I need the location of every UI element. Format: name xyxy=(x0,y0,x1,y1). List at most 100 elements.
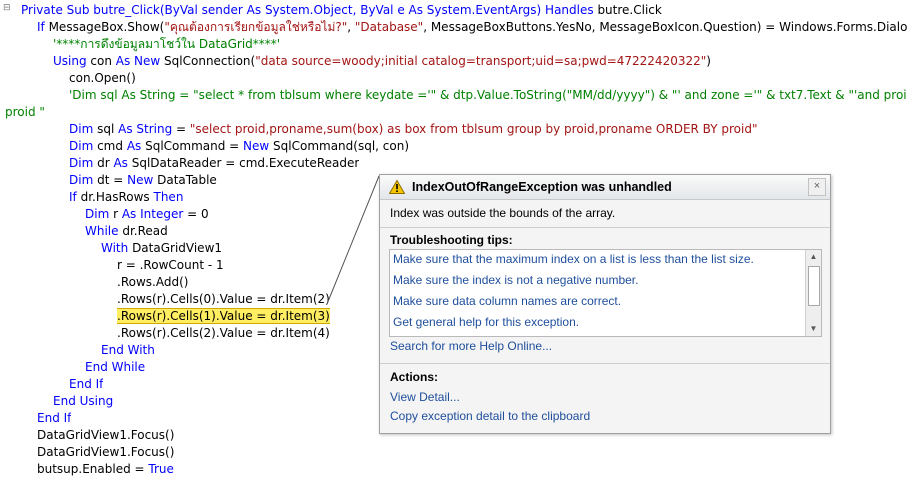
view-detail-link[interactable]: View Detail... xyxy=(390,389,460,406)
code-line[interactable]: .Rows(r).Cells(0).Value = dr.Item(2) xyxy=(117,291,330,308)
code-token: r xyxy=(109,207,122,221)
code-token: As Integer xyxy=(121,207,184,221)
code-token: Handles xyxy=(545,3,594,17)
code-line[interactable]: Dim dr As SqlDataReader = cmd.ExecuteRea… xyxy=(69,155,359,172)
exception-assistant-dialog: IndexOutOfRangeException was unhandled ×… xyxy=(379,174,831,434)
tip-link[interactable]: Get general help for this exception. xyxy=(393,314,579,331)
code-token: If xyxy=(69,190,77,204)
highlighted-error-statement: .Rows(r).Cells(1).Value = dr.Item(3) xyxy=(117,308,330,324)
exception-header: IndexOutOfRangeException was unhandled × xyxy=(380,175,830,200)
code-line[interactable]: '****การดึงข้อมูลมาโชว์ใน DataGrid****' xyxy=(53,36,280,53)
code-token: Dim xyxy=(69,156,94,170)
divider xyxy=(380,363,830,364)
troubleshooting-heading: Troubleshooting tips: xyxy=(390,233,513,247)
code-token: dr xyxy=(93,156,114,170)
code-token: dt = xyxy=(93,173,128,187)
code-token: With xyxy=(101,241,129,255)
exception-message: Index was outside the bounds of the arra… xyxy=(390,206,616,220)
code-line[interactable]: DataGridView1.Focus() xyxy=(37,427,174,444)
code-line[interactable]: With DataGridView1 xyxy=(101,240,222,257)
code-token: .Rows(r).Cells(2).Value = dr.Item(4) xyxy=(117,326,330,340)
code-line[interactable]: End While xyxy=(85,359,145,376)
code-line[interactable]: Private Sub butre_Click(ByVal sender As … xyxy=(21,2,662,19)
divider xyxy=(380,227,830,228)
code-token: Private Sub butre_Click(ByVal sender As … xyxy=(21,3,546,17)
code-token: con xyxy=(86,54,116,68)
code-token: Dim xyxy=(69,139,94,153)
code-token: DataGridView1.Focus() xyxy=(37,428,175,442)
code-token: Dim xyxy=(69,173,94,187)
code-token: 'Dim sql As String = "select * from tbls… xyxy=(69,88,907,102)
code-token: .Rows.Add() xyxy=(117,275,189,289)
code-token: proid " xyxy=(5,105,45,119)
code-token: SqlCommand(sql, con) xyxy=(269,139,410,153)
code-token: As xyxy=(113,156,128,170)
scroll-up-icon[interactable]: ▲ xyxy=(806,250,821,264)
code-line[interactable]: DataGridView1.Focus() xyxy=(37,444,174,461)
code-line[interactable]: r = .RowCount - 1 xyxy=(117,257,224,274)
code-line[interactable]: End Using xyxy=(53,393,113,410)
code-token: "select proid,proname,sum(box) as box fr… xyxy=(189,122,758,136)
code-line[interactable]: proid " xyxy=(5,104,45,121)
close-icon[interactable]: × xyxy=(808,178,826,196)
code-token: sql xyxy=(93,122,119,136)
code-token: con.Open() xyxy=(69,71,136,85)
code-token: "Database" xyxy=(354,20,424,34)
code-line[interactable]: Using con As New SqlConnection("data sou… xyxy=(53,53,711,70)
code-token: As String xyxy=(118,122,173,136)
code-line[interactable]: End If xyxy=(37,410,71,427)
tip-link[interactable]: Make sure the index is not a negative nu… xyxy=(393,272,638,289)
code-line[interactable]: .Rows(r).Cells(2).Value = dr.Item(4) xyxy=(117,325,330,342)
collapse-marker-icon[interactable]: ⊟ xyxy=(3,0,13,17)
code-token: As New xyxy=(115,54,161,68)
tip-link[interactable]: Make sure that the maximum index on a li… xyxy=(393,251,754,268)
code-token: If xyxy=(37,20,45,34)
code-token: End If xyxy=(37,411,72,425)
code-token: cmd xyxy=(93,139,127,153)
code-token: , xyxy=(347,20,355,34)
code-token: dr.HasRows xyxy=(76,190,154,204)
code-token: End If xyxy=(69,377,104,391)
code-token: Dim xyxy=(69,122,94,136)
code-token: End While xyxy=(85,360,146,374)
code-line[interactable]: .Rows(r).Cells(1).Value = dr.Item(3) xyxy=(117,308,330,325)
tips-scrollbar[interactable]: ▲ ▼ xyxy=(805,250,821,336)
code-line[interactable]: Dim sql As String = "select proid,pronam… xyxy=(69,121,758,138)
code-token: DataTable xyxy=(153,173,217,187)
code-line[interactable]: Dim r As Integer = 0 xyxy=(85,206,209,223)
code-token: r = .RowCount - 1 xyxy=(117,258,224,272)
code-line[interactable]: .Rows.Add() xyxy=(117,274,188,291)
code-token: DataGridView1 xyxy=(128,241,223,255)
search-help-online-link[interactable]: Search for more Help Online... xyxy=(390,338,552,355)
tip-link[interactable]: Make sure data column names are correct. xyxy=(393,293,621,310)
code-token: While xyxy=(85,224,119,238)
code-line[interactable]: 'Dim sql As String = "select * from tbls… xyxy=(69,87,907,104)
code-line[interactable]: If MessageBox.Show("คุณต้องการเรียกข้อมู… xyxy=(37,19,907,36)
exception-title: IndexOutOfRangeException was unhandled xyxy=(412,180,672,194)
code-token: ) xyxy=(706,54,711,68)
code-line[interactable]: butsup.Enabled = True xyxy=(37,461,174,478)
code-line[interactable]: End If xyxy=(69,376,103,393)
code-line[interactable]: If dr.HasRows Then xyxy=(69,189,183,206)
code-token: "คุณต้องการเรียกข้อมูลใช่หรือไม่?" xyxy=(164,20,348,34)
code-token: Dim xyxy=(85,207,110,221)
code-token: SqlCommand = xyxy=(141,139,244,153)
code-line[interactable]: Dim dt = New DataTable xyxy=(69,172,217,189)
code-line[interactable]: End With xyxy=(101,342,155,359)
code-line[interactable]: Dim cmd As SqlCommand = New SqlCommand(s… xyxy=(69,138,409,155)
actions-heading: Actions: xyxy=(390,370,438,384)
code-token: = 0 xyxy=(183,207,209,221)
code-token: "data source=woody;initial catalog=trans… xyxy=(255,54,707,68)
copy-exception-detail-link[interactable]: Copy exception detail to the clipboard xyxy=(390,408,590,425)
code-line[interactable]: con.Open() xyxy=(69,70,136,87)
code-token: SqlConnection( xyxy=(160,54,256,68)
code-token: SqlDataReader = cmd.ExecuteReader xyxy=(127,156,360,170)
code-line[interactable]: While dr.Read xyxy=(85,223,168,240)
code-token: butre.Click xyxy=(593,3,662,17)
code-token: New xyxy=(243,139,270,153)
scroll-thumb[interactable] xyxy=(808,266,820,306)
code-token: butsup.Enabled = xyxy=(37,462,149,476)
scroll-down-icon[interactable]: ▼ xyxy=(806,322,821,336)
warning-icon xyxy=(389,180,405,194)
code-token: '****การดึงข้อมูลมาโชว์ใน DataGrid****' xyxy=(53,37,281,51)
